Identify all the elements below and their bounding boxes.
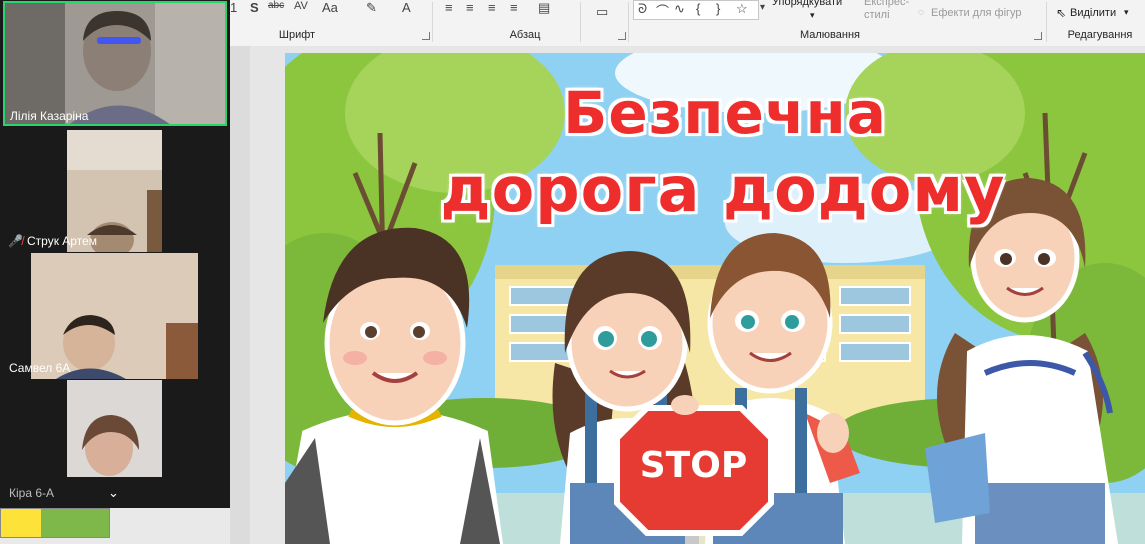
highlight-pen-icon[interactable]: ✎	[366, 0, 377, 16]
select-dropdown-icon[interactable]: ▾	[1124, 7, 1129, 18]
strikethrough-abc-icon[interactable]: abc	[268, 0, 284, 11]
cursor-icon[interactable]: ⇖	[1056, 6, 1066, 20]
arrange-dropdown-icon[interactable]: ▾	[810, 10, 815, 21]
pane-divider	[230, 46, 250, 544]
align-left-icon[interactable]: ≡	[445, 0, 453, 15]
quick-styles-button[interactable]: Експрес-стилі	[864, 0, 910, 22]
shape-wave-icon[interactable]: ∿	[674, 1, 685, 17]
slide-title-line2[interactable]: дорога додому	[293, 152, 1145, 228]
video-participants-panel: Лілія Казаріна 🎤̸ Струк Артем Самвел 6А …	[0, 0, 230, 508]
text-box-icon[interactable]: ▭	[596, 4, 608, 20]
arrange-button[interactable]: Упорядкувати	[772, 0, 842, 8]
shape-star-icon[interactable]: ☆	[736, 1, 748, 17]
char-spacing-icon[interactable]: AV	[294, 0, 308, 12]
line-spacing-icon[interactable]: 1	[230, 0, 237, 15]
shape-brace-right-icon[interactable]: }	[716, 1, 720, 16]
justify-icon[interactable]: ≡	[510, 0, 518, 15]
font-case-icon[interactable]: Aa	[322, 0, 338, 15]
participant-video-4	[67, 380, 162, 477]
participant-tile-1[interactable]: Лілія Казаріна	[3, 1, 227, 126]
shape-curve-icon[interactable]: ᘐ	[638, 1, 647, 17]
slide-thumbnail[interactable]	[0, 508, 110, 538]
paragraph-dialog-launcher[interactable]	[618, 32, 626, 40]
gallery-more-icon[interactable]: ▾	[760, 2, 765, 13]
stop-sign-text: STOP	[639, 445, 748, 486]
slide-title-line1[interactable]: Безпечна	[295, 78, 1145, 149]
slide-canvas[interactable]: Безпечна дорога додому STOP	[285, 53, 1145, 544]
participant-name-2: Струк Артем	[27, 234, 97, 248]
font-dialog-launcher[interactable]	[422, 32, 430, 40]
participant-tile-4[interactable]	[67, 380, 162, 477]
align-right-icon[interactable]: ≡	[488, 0, 496, 15]
paragraph-group-label: Абзац	[509, 29, 541, 41]
chevron-down-icon[interactable]: ⌄	[108, 485, 119, 501]
font-color-icon[interactable]: A	[402, 0, 411, 15]
participant-name-1: Лілія Казаріна	[10, 109, 89, 123]
font-group-label: Шрифт	[278, 29, 316, 41]
align-center-icon[interactable]: ≡	[466, 0, 474, 15]
shape-arc-icon[interactable]: ⌒	[656, 1, 669, 20]
drawing-group-label: Малювання	[799, 29, 861, 41]
participant-name-4: Кіра 6-А	[9, 486, 55, 500]
editing-group-label: Редагування	[1067, 29, 1133, 41]
shape-effects-icon[interactable]: ◌	[918, 7, 924, 18]
shape-effects-button[interactable]: Ефекти для фігур	[931, 7, 1022, 19]
participant-video-1	[5, 3, 225, 124]
select-button[interactable]: Виділити	[1070, 7, 1116, 19]
shapes-gallery[interactable]: ᘐ ⌒ ∿ { } ☆	[633, 0, 759, 20]
participant-name-3: Самвел 6А	[9, 361, 71, 375]
strikethrough-icon[interactable]: S	[250, 0, 259, 15]
drawing-dialog-launcher[interactable]	[1034, 32, 1042, 40]
shape-brace-left-icon[interactable]: {	[696, 1, 700, 16]
muted-mic-icon: 🎤̸	[8, 234, 23, 248]
columns-icon[interactable]: ▤	[538, 0, 550, 16]
